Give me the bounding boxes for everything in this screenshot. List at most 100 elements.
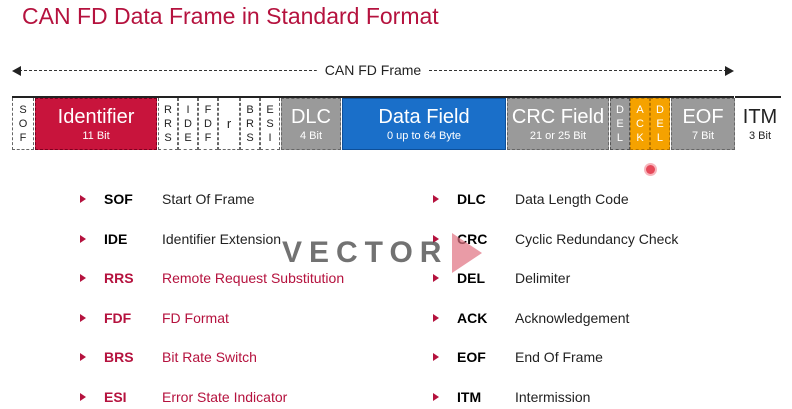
bullet-arrow-icon [433,235,439,243]
legend-desc: Remote Request Substitution [162,270,345,286]
legend-abbr: DEL [457,270,485,286]
field-itm-sub: 3 Bit [748,129,771,142]
bullet-arrow-icon [80,353,86,361]
field-ide: I D E [178,98,198,150]
frame-span-indicator: CAN FD Frame [12,62,734,80]
legend-desc: Intermission [515,389,591,405]
legend-abbr: ESI [104,389,127,405]
field-identifier: Identifier 11 Bit [35,98,157,150]
bullet-arrow-icon [433,195,439,203]
field-data-name: Data Field [378,105,470,128]
field-ide-char: D [184,117,192,130]
field-del-char: D [616,104,624,116]
field-ide-char: E [184,131,192,144]
legend-abbr: ITM [457,389,482,405]
bullet-arrow-icon [80,235,86,243]
legend-item: DLC Data Length Code [433,189,629,209]
field-dlc-sub: 4 Bit [299,129,322,142]
legend-item: SOF Start Of Frame [80,189,255,209]
legend-item: CRC Cyclic Redundancy Check [433,229,678,249]
field-eof-name: EOF [682,105,724,128]
field-fdf-char: F [204,131,212,144]
field-esi-char: S [266,117,274,130]
field-dlc-name: DLC [290,105,331,128]
field-ack-char: C [636,118,644,130]
field-identifier-sub: 11 Bit [82,129,110,142]
field-ack: A C K [630,98,650,150]
field-ide-char: I [186,103,190,116]
field-eof-sub: 7 Bit [691,129,714,142]
field-sof-char: F [19,131,27,144]
legend-desc: Identifier Extension [162,231,282,247]
bullet-arrow-icon [433,393,439,401]
legend-desc: Acknowledgement [515,310,630,326]
legend-item: ITM Intermission [433,387,590,407]
frame-span-label: CAN FD Frame [316,62,430,78]
field-brs-char: B [246,103,254,116]
field-data-sub: 0 up to 64 Byte [387,129,461,142]
legend-item: ACK Acknowledgement [433,308,629,328]
field-rrs-char: S [164,131,172,144]
legend-item: DEL Delimiter [433,268,570,288]
arrow-left-icon [12,66,21,76]
field-itm-name: ITM [742,105,778,128]
legend-desc: Data Length Code [515,191,629,207]
field-del-char: L [656,132,664,144]
legend-desc: Delimiter [515,270,571,286]
legend-abbr: RRS [104,270,134,286]
field-sof-char: S [19,103,27,116]
field-r: r [218,98,240,150]
page-title: CAN FD Data Frame in Standard Format [22,3,439,29]
bullet-arrow-icon [433,353,439,361]
field-del-char: L [616,132,624,144]
field-del-char: D [656,104,664,116]
field-r-label: r [226,116,232,131]
legend-desc: Bit Rate Switch [162,349,257,365]
legend-abbr: EOF [457,349,486,365]
bullet-arrow-icon [80,393,86,401]
field-crc: CRC Field 21 or 25 Bit [507,98,609,150]
field-fdf-char: F [204,103,212,116]
field-rrs-char: R [164,103,172,116]
field-ack-char: A [636,104,644,116]
legend-item: ESI Error State Indicator [80,387,287,407]
field-sof-char: O [18,117,28,130]
field-brs: B R S [240,98,260,150]
legend-desc: Cyclic Redundancy Check [515,231,679,247]
watermark-text: VECTOR [282,236,449,269]
bullet-arrow-icon [80,314,86,322]
field-fdf: F D F [198,98,218,150]
field-dlc: DLC 4 Bit [281,98,341,150]
field-del-char: E [616,118,624,130]
bullet-arrow-icon [80,274,86,282]
legend-desc: End Of Frame [515,349,603,365]
field-eof: EOF 7 Bit [671,98,735,150]
field-del-char: E [656,118,664,130]
bullet-arrow-icon [433,274,439,282]
legend-item: IDE Identifier Extension [80,229,281,249]
legend-item: FDF FD Format [80,308,229,328]
legend-abbr: FDF [104,310,132,326]
legend-abbr: CRC [457,231,488,247]
field-identifier-name: Identifier [57,105,135,128]
legend-abbr: SOF [104,191,133,207]
pointer-cursor-icon [646,165,655,174]
legend-item: BRS Bit Rate Switch [80,347,257,367]
field-crc-sub: 21 or 25 Bit [529,129,587,142]
field-itm: ITM 3 Bit [736,98,784,150]
bullet-arrow-icon [433,314,439,322]
legend-desc: Start Of Frame [162,191,255,207]
legend-abbr: ACK [457,310,488,326]
arrow-right-icon [725,66,734,76]
field-esi-char: I [268,131,272,144]
field-brs-char: R [246,117,254,130]
legend-desc: FD Format [162,310,229,326]
field-crc-name: CRC Field [511,105,605,128]
field-esi-char: E [266,103,274,116]
legend-abbr: BRS [104,349,134,365]
field-rrs: R R S [158,98,178,150]
field-rrs-char: R [164,117,172,130]
legend-item: RRS Remote Request Substitution [80,268,344,288]
field-ack-char: K [636,132,644,144]
field-fdf-char: D [204,117,212,130]
